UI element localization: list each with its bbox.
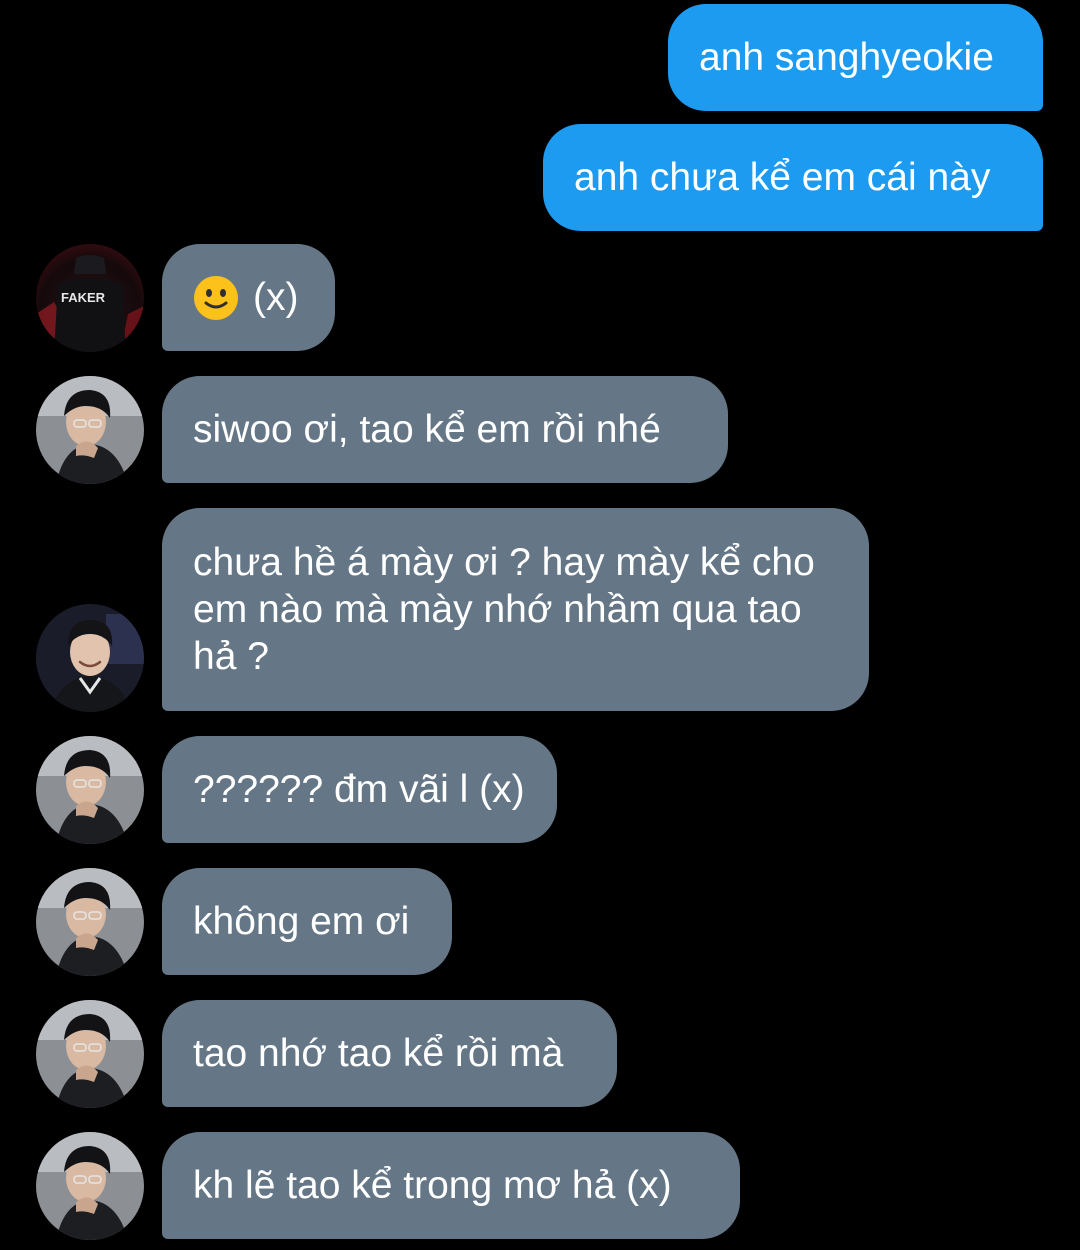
incoming-message-bubble[interactable]: tao nhớ tao kể rồi mà <box>162 1000 617 1107</box>
incoming-message-bubble[interactable]: ?????? đm vãi l (x) <box>162 736 557 843</box>
message-text: kh lẽ tao kể trong mơ hả (x) <box>193 1164 672 1207</box>
message-text: (x) <box>253 276 299 319</box>
avatar-jersey-text: FAKER <box>61 290 106 305</box>
message-text: chưa hề á mày ơi ? hay mày kể cho em nào… <box>193 541 815 678</box>
message-text: siwoo ơi, tao kể em rồi nhé <box>193 408 661 451</box>
chat-thread: anh sanghyeokie anh chưa kể em cái này F… <box>0 0 1080 1250</box>
avatar-smiling[interactable] <box>36 604 144 712</box>
incoming-message-bubble[interactable]: (x) <box>162 244 335 351</box>
avatar-faker[interactable]: FAKER <box>36 244 144 352</box>
message-text: ?????? đm vãi l (x) <box>193 768 525 811</box>
avatar-dark-hair[interactable] <box>36 1132 144 1240</box>
avatar-dark-hair[interactable] <box>36 868 144 976</box>
message-text: tao nhớ tao kể rồi mà <box>193 1032 564 1075</box>
incoming-message-bubble[interactable]: kh lẽ tao kể trong mơ hả (x) <box>162 1132 740 1239</box>
avatar-dark-hair[interactable] <box>36 1000 144 1108</box>
message-text: anh sanghyeokie <box>699 36 994 79</box>
avatar-dark-hair[interactable] <box>36 376 144 484</box>
incoming-message-bubble[interactable]: siwoo ơi, tao kể em rồi nhé <box>162 376 728 483</box>
outgoing-message-bubble[interactable]: anh chưa kể em cái này <box>543 124 1043 231</box>
incoming-message-bubble[interactable]: chưa hề á mày ơi ? hay mày kể cho em nào… <box>162 508 869 711</box>
outgoing-message-bubble[interactable]: anh sanghyeokie <box>668 4 1043 111</box>
incoming-message-bubble[interactable]: không em ơi <box>162 868 452 975</box>
avatar-dark-hair[interactable] <box>36 736 144 844</box>
message-text: anh chưa kể em cái này <box>574 156 991 199</box>
message-text: không em ơi <box>193 900 410 943</box>
slightly-smiling-face-icon <box>194 275 238 320</box>
